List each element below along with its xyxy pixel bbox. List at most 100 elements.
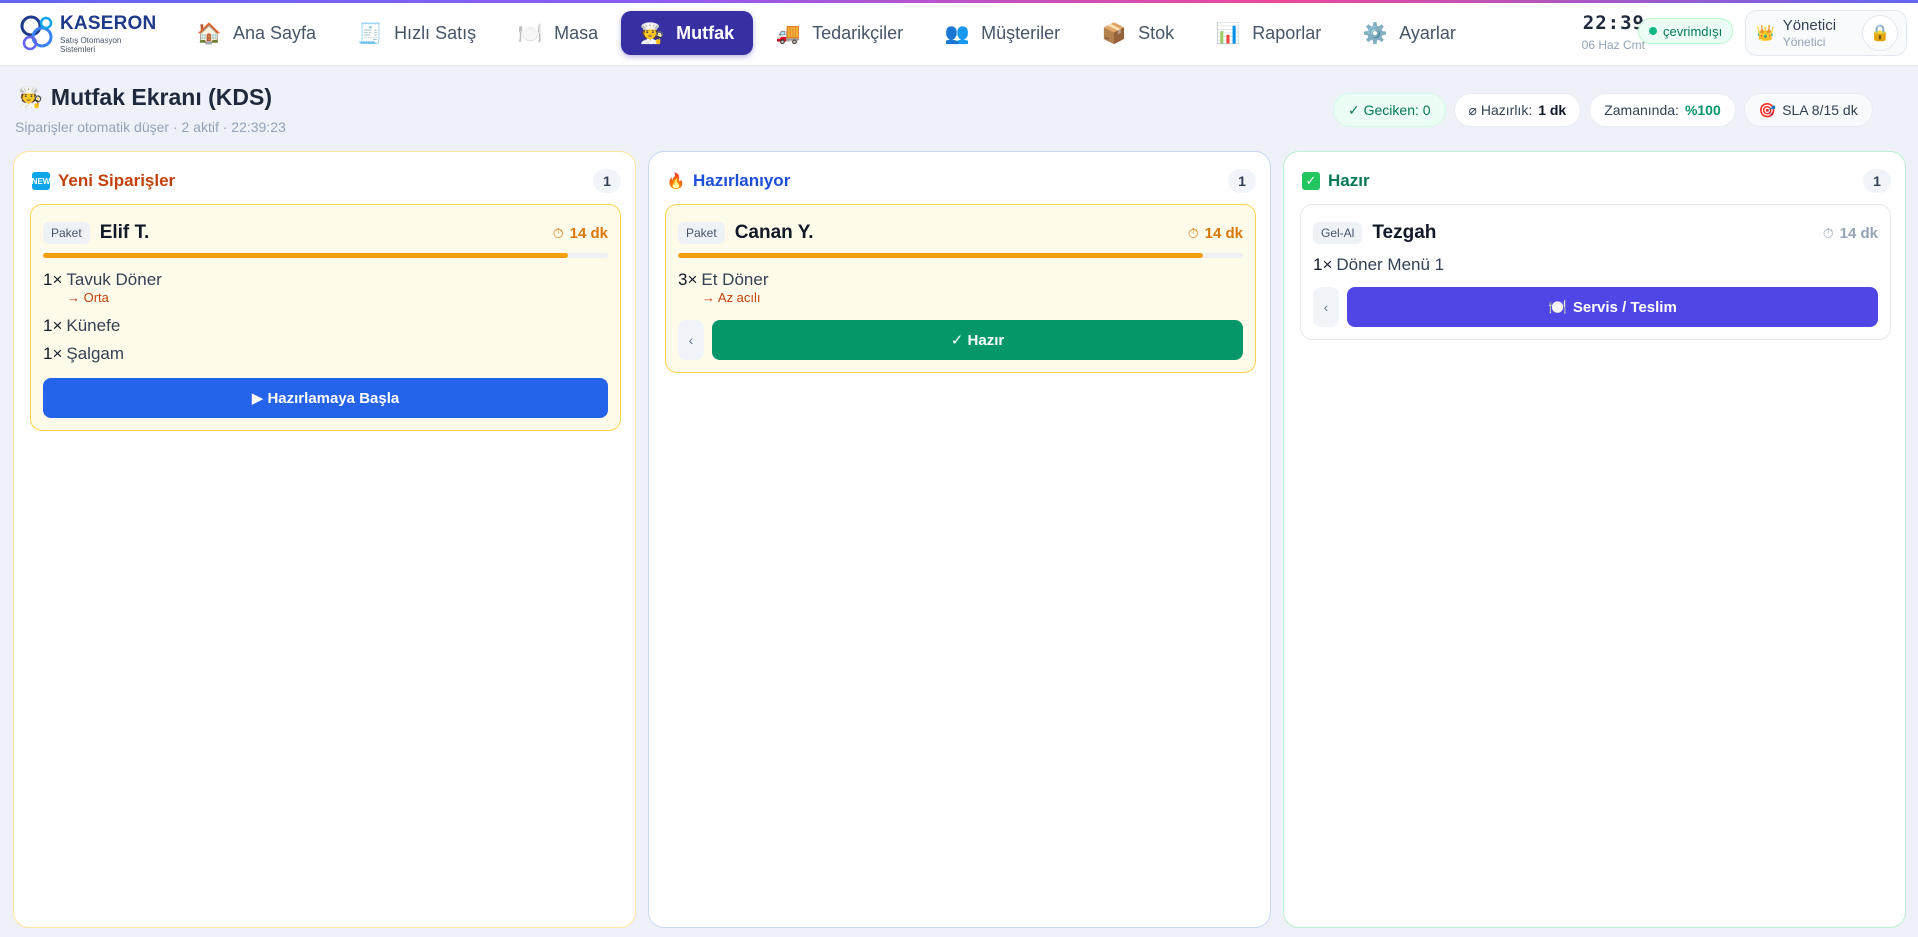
column-header: 🔥 Hazırlanıyor 1 <box>667 168 1256 194</box>
chart-icon: 📊 <box>1215 22 1241 45</box>
order-customer-name: Elif T. <box>99 222 150 243</box>
nav-mutfak[interactable]: 🧑‍🍳 Mutfak <box>621 11 754 55</box>
move-back-button[interactable]: ‹ <box>1313 287 1339 327</box>
page-header: 🧑‍🍳 Mutfak Ekranı (KDS) Siparişler otoma… <box>15 84 286 135</box>
item-qty: 1× <box>1313 255 1333 274</box>
item-name: Künefe <box>66 316 121 335</box>
stopwatch-icon: ⏱ <box>1822 224 1834 241</box>
page-title-text: Mutfak Ekranı (KDS) <box>50 84 272 110</box>
order-item: 1× Künefe <box>43 312 608 340</box>
stat-prep-time: ⌀ Hazırlık: 1 dk <box>1453 93 1582 127</box>
stopwatch-icon: ⏱ <box>1187 224 1199 241</box>
stat-late: ✓ Geciken: 0 <box>1333 93 1446 127</box>
order-type-tag: Paket <box>43 222 90 244</box>
item-name: Et Döner <box>701 270 769 289</box>
order-item: 1× Döner Menü 1 <box>1313 251 1878 279</box>
nav-masa[interactable]: 🍽️ Masa <box>499 11 617 55</box>
truck-icon: 🚚 <box>775 22 801 45</box>
column-header: ✓ Hazır 1 <box>1302 168 1891 194</box>
user-name: Yönetici <box>1782 17 1837 34</box>
item-name: Şalgam <box>66 344 125 363</box>
page-title: 🧑‍🍳 Mutfak Ekranı (KDS) <box>18 84 286 111</box>
order-card[interactable]: Gel-Al Tezgah ⏱ 14 dk 1× Döner Menü 1 ‹ 🍽️… <box>1300 204 1891 340</box>
stat-prep-value: 1 dk <box>1538 102 1567 118</box>
order-card[interactable]: Paket Elif T. ⏱ 14 dk 1× Tavuk Döner → Ort… <box>30 204 621 431</box>
stat-prep-label: ⌀ Hazırlık: <box>1468 101 1533 118</box>
stat-ontime-value: %100 <box>1684 102 1721 118</box>
top-bar: KASERON Satış Otomasyon Sistemleri 🏠 Ana … <box>0 0 1918 66</box>
nav-label: Stok <box>1138 22 1175 43</box>
user-menu[interactable]: 👑 Yönetici Yönetici 🔒 <box>1745 10 1907 56</box>
clock: 22:39 06 Haz Cmt <box>1555 12 1645 52</box>
clock-date: 06 Haz Cmt <box>1581 38 1645 52</box>
nav-label: Masa <box>554 22 599 43</box>
connection-status-badge: çevrimdışı <box>1638 18 1734 44</box>
order-timer: ⏱ 14 dk <box>553 225 608 242</box>
start-preparing-button[interactable]: ▶ Hazırlamaya Başla <box>43 378 608 418</box>
nav-label: Müşteriler <box>981 22 1061 43</box>
kitchen-stats: ✓ Geciken: 0 ⌀ Hazırlık: 1 dk Zamanında:%… <box>1333 93 1873 127</box>
nav-hizli-satis[interactable]: 🧾 Hızlı Satış <box>339 11 495 55</box>
chef-icon: 🧑‍🍳 <box>18 87 43 109</box>
new-badge-icon: NEW <box>32 172 50 190</box>
order-timer: ⏱ 14 dk <box>1188 225 1243 242</box>
main-nav: 🏠 Ana Sayfa 🧾 Hızlı Satış 🍽️ Masa 🧑‍🍳 Mutfak… <box>178 11 1475 55</box>
nav-musteriler[interactable]: 👥 Müşteriler <box>926 11 1079 55</box>
item-name: Döner Menü 1 <box>1336 255 1445 274</box>
item-qty: 3× <box>678 270 698 289</box>
order-customer-name: Canan Y. <box>734 222 814 243</box>
move-back-button[interactable]: ‹ <box>678 320 704 360</box>
item-note: → Az acılı <box>702 290 761 305</box>
column-preparing: 🔥 Hazırlanıyor 1 Paket Canan Y. ⏱ 14 dk 3… <box>648 151 1271 928</box>
user-role: Yönetici <box>1782 35 1826 49</box>
stat-sla-text: SLA 8/15 dk <box>1782 102 1858 118</box>
nav-raporlar[interactable]: 📊 Raporlar <box>1197 11 1340 55</box>
order-items: 1× Döner Menü 1 <box>1313 251 1878 279</box>
column-header: NEW Yeni Siparişler 1 <box>32 168 621 194</box>
order-elapsed: 14 dk <box>569 224 608 242</box>
column-title: Yeni Siparişler <box>58 171 176 190</box>
order-customer-name: Tezgah <box>1372 222 1437 243</box>
order-progress-bar <box>678 253 1243 258</box>
page-subtitle: Siparişler otomatik düşer · 2 aktif · 22… <box>15 119 286 135</box>
item-qty: 1× <box>43 316 63 335</box>
order-elapsed: 14 dk <box>1839 224 1878 242</box>
chef-icon: 🧑‍🍳 <box>639 22 665 45</box>
serve-deliver-button[interactable]: 🍽️ Servis / Teslim <box>1347 287 1878 327</box>
nav-label: Hızlı Satış <box>394 22 477 43</box>
nav-label: Raporlar <box>1252 22 1322 43</box>
crown-icon: 👑 <box>1756 25 1775 42</box>
status-dot-icon <box>1649 27 1657 35</box>
mark-ready-button[interactable]: ✓ Hazır <box>712 320 1243 360</box>
fire-icon: 🔥 <box>666 173 686 190</box>
plate-icon: 🍽️ <box>517 22 543 45</box>
brand-logo[interactable]: KASERON Satış Otomasyon Sistemleri <box>18 12 158 54</box>
order-elapsed: 14 dk <box>1204 224 1243 242</box>
stat-ontime-label: Zamanında: <box>1604 102 1679 118</box>
column-title: Hazır <box>1328 171 1370 190</box>
column-title: Hazırlanıyor <box>693 171 791 190</box>
home-icon: 🏠 <box>196 22 222 45</box>
serve-deliver-label: Servis / Teslim <box>1572 298 1677 316</box>
nav-stok[interactable]: 📦 Stok <box>1083 11 1193 55</box>
receipt-icon: 🧾 <box>357 22 383 45</box>
order-card[interactable]: Paket Canan Y. ⏱ 14 dk 3× Et Döner → Az ac… <box>665 204 1256 373</box>
plate-icon: 🍽️ <box>1548 299 1567 316</box>
nav-ana-sayfa[interactable]: 🏠 Ana Sayfa <box>178 11 335 55</box>
nav-label: Ana Sayfa <box>233 22 317 43</box>
item-note: → Orta <box>67 290 109 305</box>
progress-fill <box>43 253 569 258</box>
column-count-badge: 1 <box>593 169 621 193</box>
stat-on-time: Zamanında: %100 <box>1589 93 1736 127</box>
lock-button[interactable]: 🔒 <box>1862 15 1898 51</box>
order-item: 1× Şalgam <box>43 340 608 368</box>
nav-tedarikciler[interactable]: 🚚 Tedarikçiler <box>757 11 922 55</box>
stopwatch-icon: ⏱ <box>552 224 564 241</box>
clock-time: 22:39 <box>1582 12 1645 34</box>
column-ready: ✓ Hazır 1 Gel-Al Tezgah ⏱ 14 dk 1× Döner M… <box>1283 151 1906 928</box>
box-icon: 📦 <box>1101 22 1127 45</box>
gear-icon: ⚙️ <box>1362 22 1388 45</box>
nav-ayarlar[interactable]: ⚙️ Ayarlar <box>1344 11 1475 55</box>
order-items: 3× Et Döner → Az acılı <box>678 266 1243 310</box>
checkbox-icon: ✓ <box>1302 172 1320 190</box>
